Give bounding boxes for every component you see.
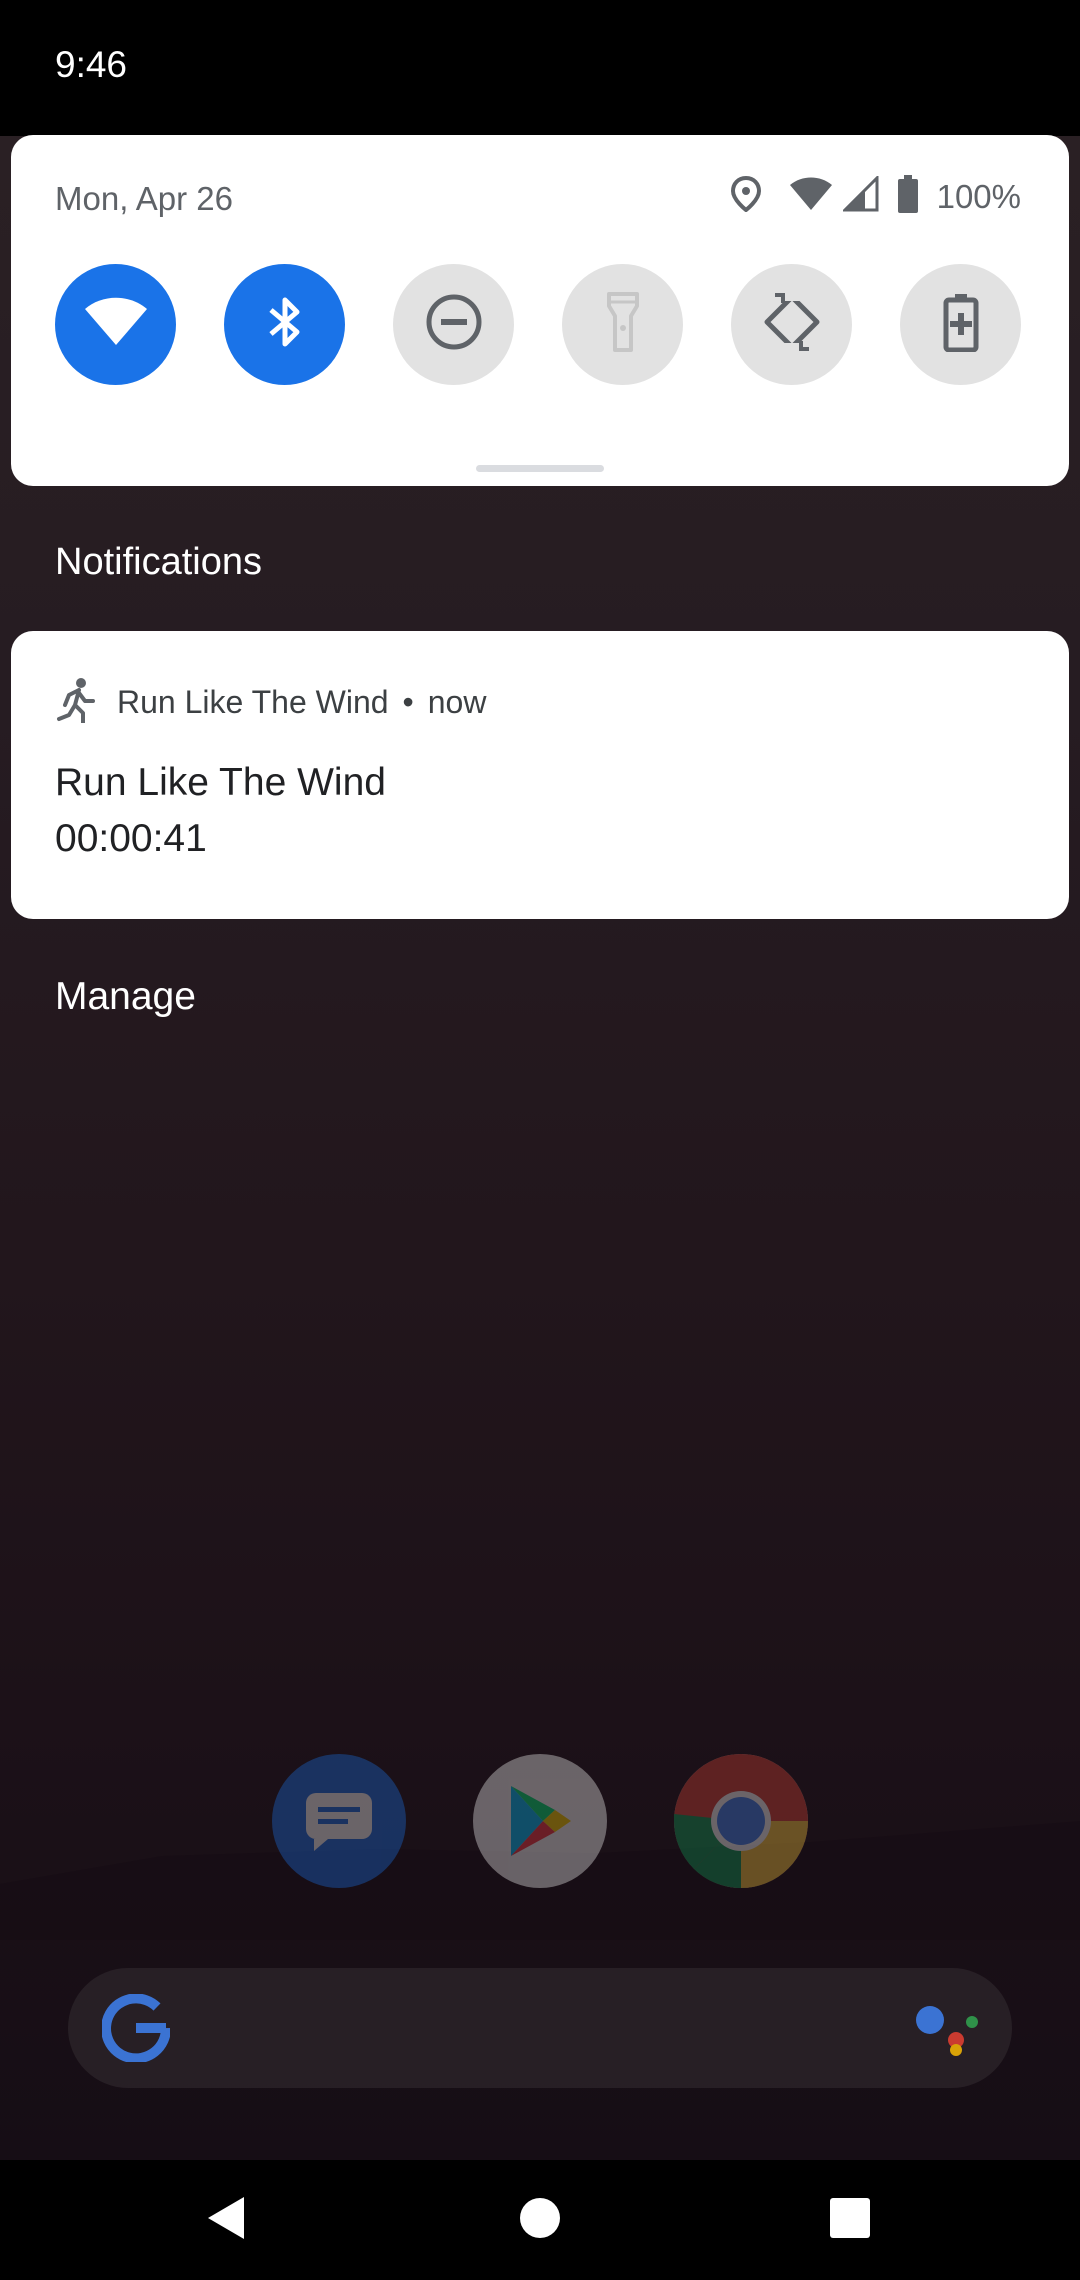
quick-settings-tiles [55, 264, 1021, 385]
qs-expand-handle[interactable] [476, 465, 604, 472]
google-g-icon [101, 1993, 172, 2067]
home-button[interactable] [480, 2160, 600, 2280]
tile-bluetooth[interactable] [224, 264, 345, 385]
qs-status-icons: 100% [730, 174, 1021, 218]
status-bar: 9:46 [0, 0, 1080, 136]
navigation-bar [0, 2160, 1080, 2280]
quick-settings-panel: Mon, Apr 26 100% [11, 135, 1069, 486]
back-icon [206, 2195, 246, 2246]
home-dock [0, 1754, 1080, 1888]
location-icon [730, 175, 761, 217]
status-time: 9:46 [55, 44, 128, 85]
bluetooth-icon [265, 294, 305, 355]
back-button[interactable] [166, 2160, 286, 2280]
manage-button[interactable]: Manage [55, 975, 196, 1019]
battery-saver-icon [943, 292, 979, 357]
running-person-icon [55, 677, 95, 728]
notification-card[interactable]: Run Like The Wind • now Run Like The Win… [11, 631, 1069, 919]
tile-flashlight[interactable] [562, 264, 683, 385]
recents-button[interactable] [790, 2160, 910, 2280]
chrome-icon [674, 1754, 808, 1888]
assistant-icon [914, 1998, 978, 2063]
do-not-disturb-icon [425, 293, 483, 356]
tile-do-not-disturb[interactable] [393, 264, 514, 385]
auto-rotate-icon [761, 291, 823, 358]
wifi-status-icon [789, 177, 833, 216]
notification-title: Run Like The Wind [55, 761, 386, 804]
google-search-bar [68, 1968, 1012, 2088]
notification-header: Run Like The Wind • now [55, 677, 486, 728]
battery-percent: 100% [936, 177, 1021, 215]
notification-time: now [427, 684, 487, 720]
tile-auto-rotate[interactable] [731, 264, 852, 385]
flashlight-icon [606, 292, 639, 357]
home-icon [519, 2197, 561, 2244]
notification-app-name: Run Like The Wind [117, 684, 389, 720]
notification-text: 00:00:41 [55, 817, 207, 860]
wifi-icon [84, 297, 148, 352]
messages-icon [272, 1754, 406, 1888]
tile-battery-saver[interactable] [900, 264, 1021, 385]
tile-wifi[interactable] [55, 264, 176, 385]
signal-icon [840, 174, 879, 217]
notification-separator: • [402, 684, 414, 720]
battery-icon [897, 175, 919, 218]
qs-date: Mon, Apr 26 [55, 180, 233, 217]
recents-icon [829, 2197, 871, 2244]
play-store-icon [473, 1754, 607, 1888]
notifications-section-title: Notifications [55, 541, 262, 583]
